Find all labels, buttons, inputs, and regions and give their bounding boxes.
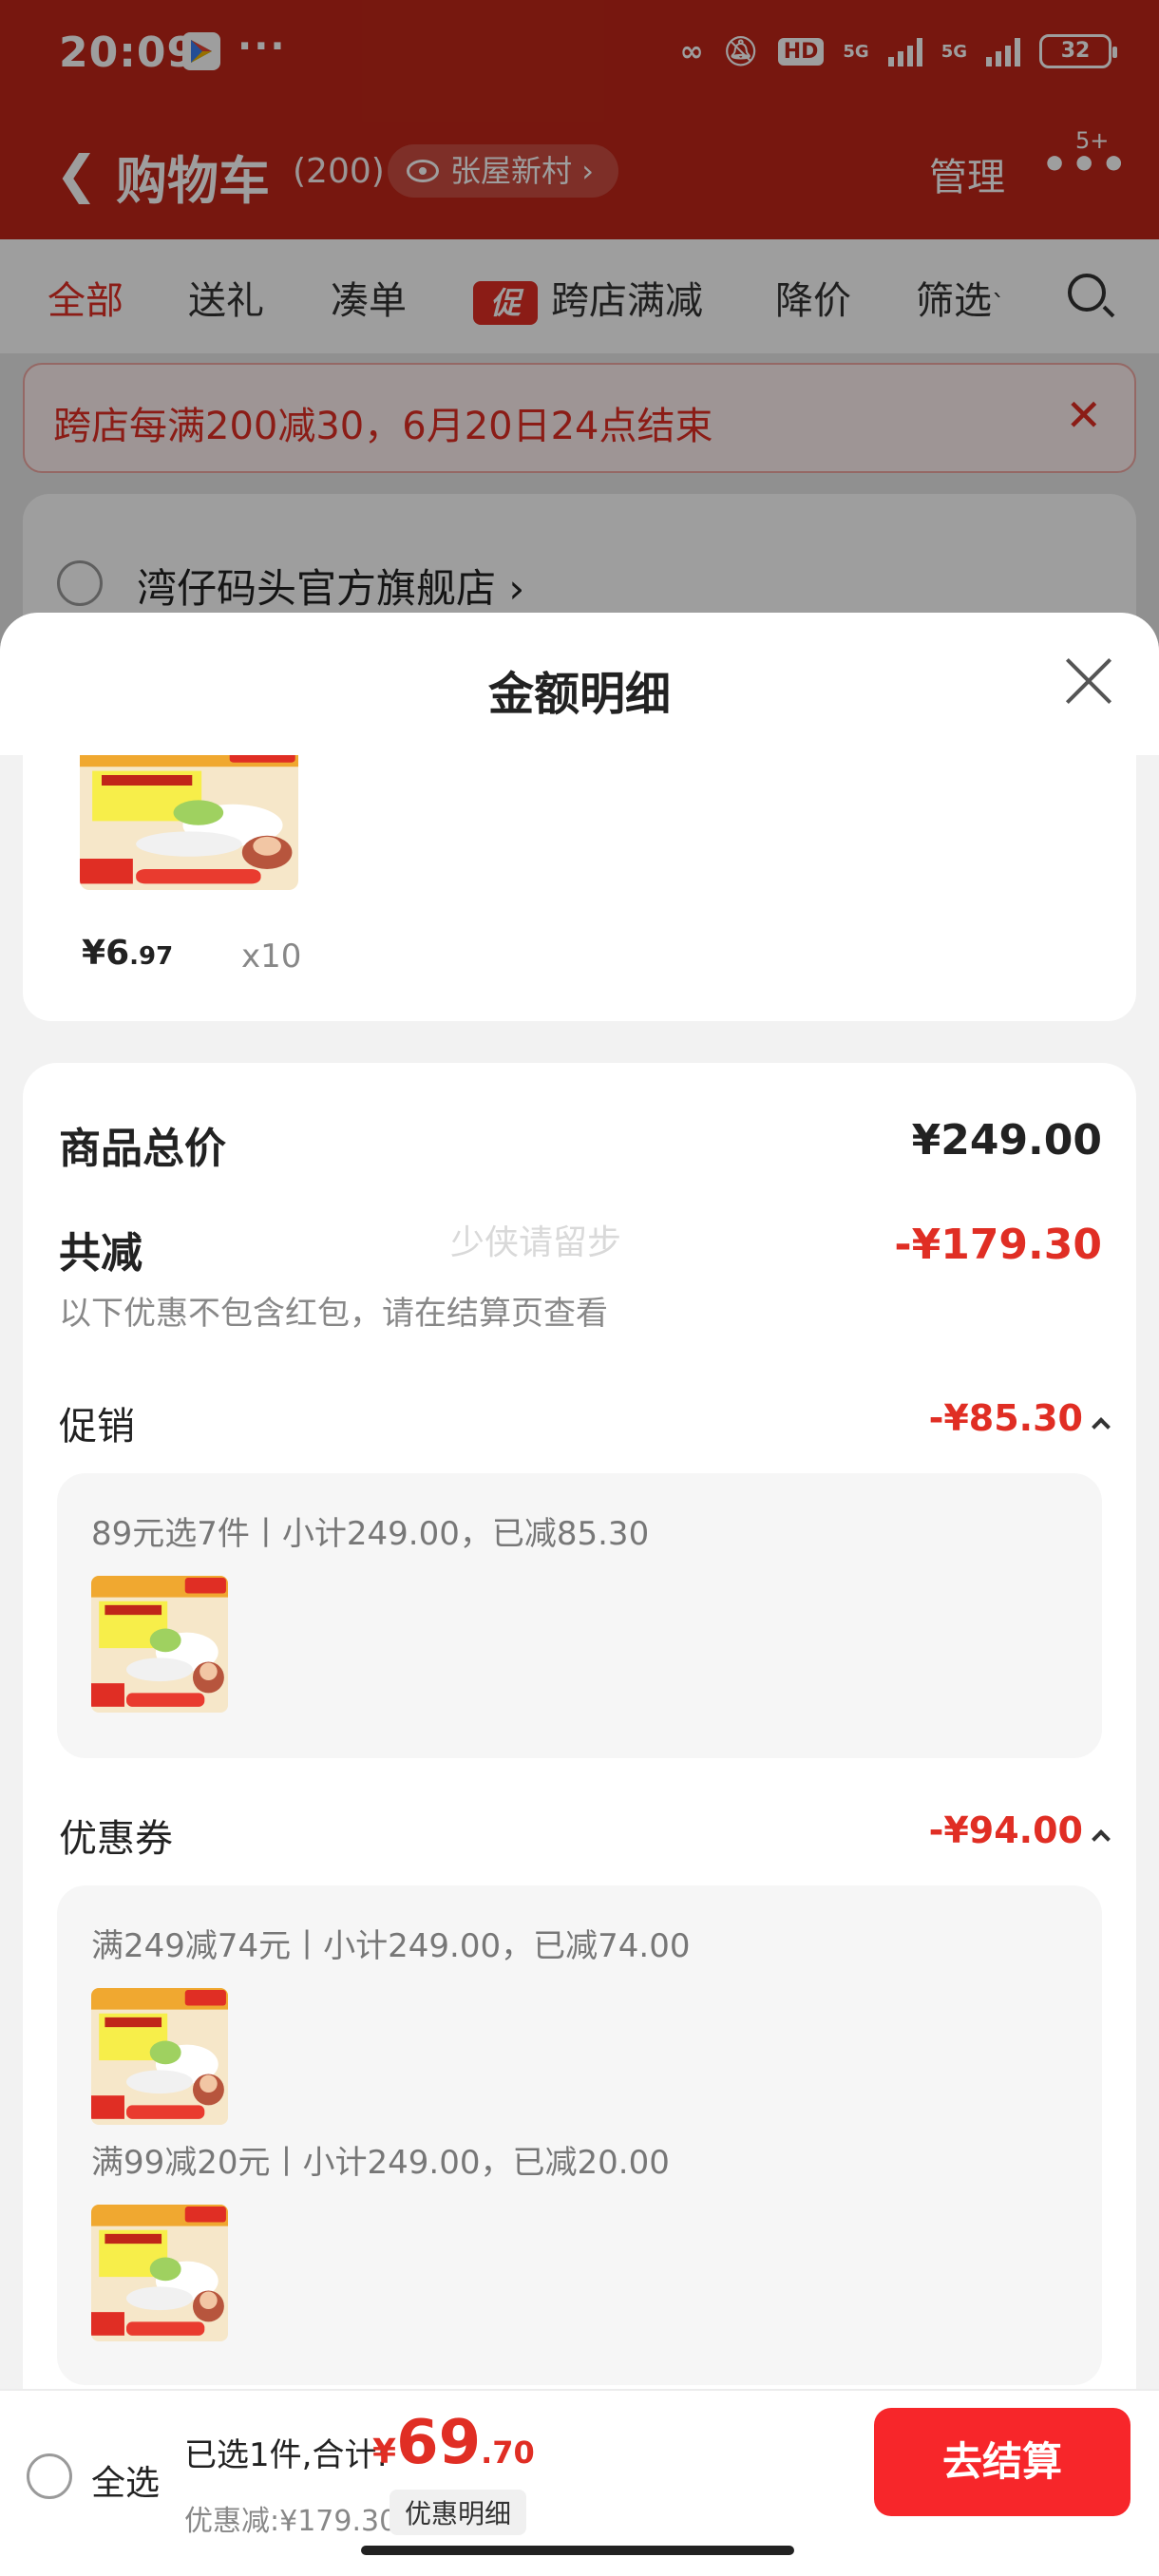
coupon-line-1: 满249减74元丨小计249.00，已减74.00 — [91, 1927, 691, 1965]
item-quantity: x10 — [241, 938, 302, 975]
chevron-up-icon[interactable] — [1092, 1417, 1111, 1436]
modal-overlay[interactable] — [0, 0, 1159, 665]
checkout-button[interactable]: 去结算 — [874, 2408, 1130, 2516]
total-price: ¥69.70 — [372, 2408, 535, 2478]
selected-summary: 已选1件,合计: — [184, 2436, 388, 2474]
discount-amount: 优惠减:¥179.30 — [184, 2505, 398, 2538]
product-image — [80, 755, 298, 890]
item-card: ¥6.97 x10 — [23, 755, 1136, 1021]
coupon-value[interactable]: -¥94.00 — [929, 1809, 1083, 1851]
product-thumbnail — [91, 2205, 228, 2341]
product-thumbnail — [91, 1576, 228, 1713]
promotion-group: 89元选7件丨小计249.00，已减85.30 — [57, 1473, 1102, 1758]
home-indicator — [361, 2546, 794, 2555]
promotion-value[interactable]: -¥85.30 — [929, 1397, 1083, 1439]
goods-total-value: ¥249.00 — [911, 1116, 1102, 1165]
goods-total-label: 商品总价 — [59, 1125, 226, 1173]
cart-page-background: 20:09 ··· ∞ 🔕︎ HD 5G 5G 32 ❮ 购物车 (200) 张… — [0, 0, 1159, 684]
amount-detail-card: 商品总价 ¥249.00 少侠请留步 共减 -¥179.30 以下优惠不包含红包… — [23, 1063, 1136, 2389]
product-thumbnail — [91, 1988, 228, 2125]
total-discount-value: -¥179.30 — [894, 1221, 1102, 1269]
chevron-up-icon[interactable] — [1092, 1829, 1111, 1848]
coupon-group: 满249减74元丨小计249.00，已减74.00 满99减20元丨小计249.… — [57, 1885, 1102, 2385]
amount-detail-sheet: 金额明细 ¥6.97 x10 商品总价 ¥249.00 少侠请留步 共减 -¥1… — [0, 613, 1159, 2389]
total-discount-label: 共减 — [59, 1229, 142, 1278]
close-icon[interactable] — [1062, 654, 1115, 708]
sheet-title: 金额明细 — [487, 668, 671, 721]
discount-note: 以下优惠不包含红包，请在结算页查看 — [59, 1295, 608, 1333]
item-price: ¥6.97 — [82, 934, 174, 973]
sheet-header: 金额明细 — [0, 613, 1159, 755]
promotion-line: 89元选7件丨小计249.00，已减85.30 — [91, 1515, 650, 1553]
watermark: 少侠请留步 — [450, 1223, 622, 1262]
coupon-line-2: 满99减20元丨小计249.00，已减20.00 — [91, 2144, 670, 2182]
promotion-label: 促销 — [59, 1405, 135, 1449]
coupon-label: 优惠券 — [59, 1817, 173, 1861]
discount-detail-button[interactable]: 优惠明细 — [390, 2490, 527, 2535]
select-all-radio[interactable] — [27, 2453, 72, 2499]
select-all-label[interactable]: 全选 — [91, 2455, 160, 2505]
